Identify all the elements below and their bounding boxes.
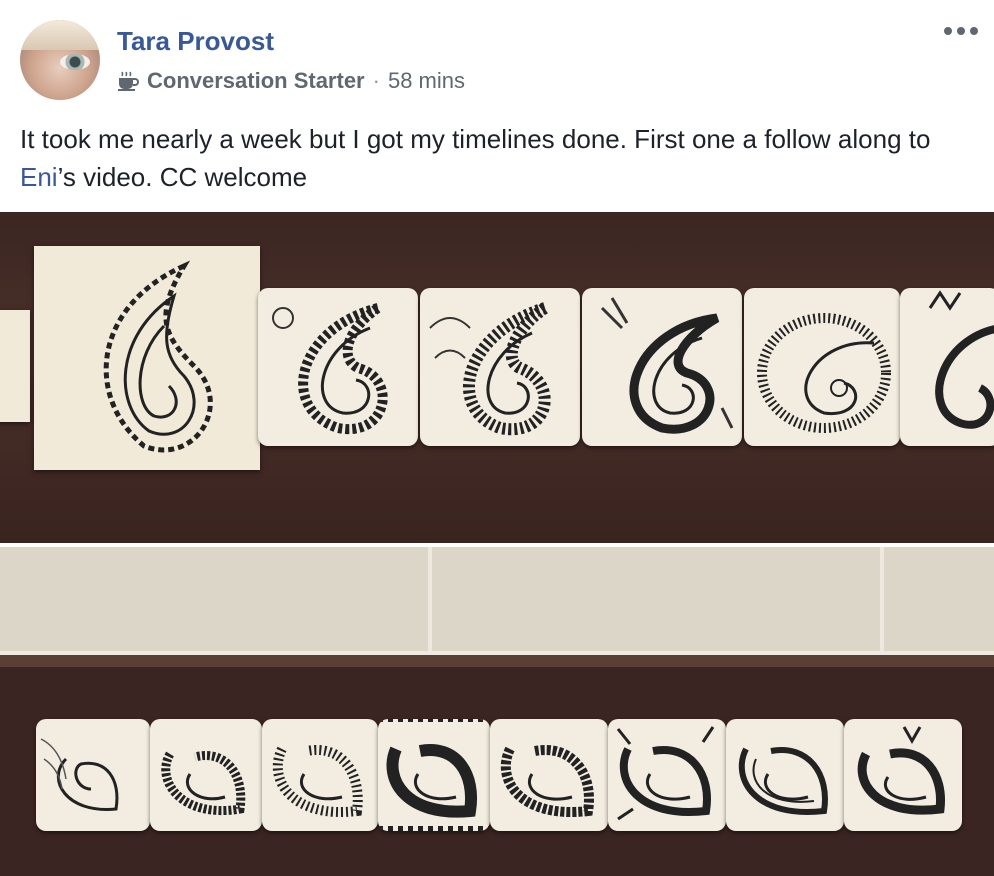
coffee-cup-icon — [118, 71, 139, 91]
meta-separator: · — [372, 68, 380, 93]
tiled-wall — [0, 547, 994, 665]
heart-tile — [262, 719, 378, 831]
tile-grout — [880, 547, 884, 651]
heart-tile — [150, 719, 262, 831]
heart-tile — [608, 719, 726, 831]
post-text-part: It took me nearly a week but I got my ti… — [20, 124, 931, 154]
paper-card — [34, 246, 260, 470]
paisley-tile — [900, 288, 994, 446]
paper-scrap — [0, 310, 30, 422]
paisley-tile — [420, 288, 580, 446]
tile-grout — [428, 547, 432, 651]
paisley-tile — [744, 288, 900, 446]
post-text-part: ’s video. CC welcome — [57, 162, 308, 192]
paisley-tile — [582, 288, 742, 446]
more-dot — [970, 27, 978, 35]
author-name[interactable]: Tara Provost — [117, 26, 274, 57]
heart-tile — [844, 719, 962, 831]
avatar-eye — [60, 54, 90, 70]
paisley-drawing — [103, 260, 213, 453]
more-dot — [944, 27, 952, 35]
more-options-icon[interactable] — [944, 24, 978, 38]
post-text: It took me nearly a week but I got my ti… — [20, 120, 970, 196]
post-photo-2[interactable] — [0, 547, 994, 876]
counter-edge — [0, 655, 994, 667]
heart-tile — [36, 719, 150, 831]
author-avatar[interactable] — [20, 20, 100, 100]
mention-link[interactable]: Eni — [20, 162, 58, 192]
heart-tile — [726, 719, 844, 831]
avatar-hair — [20, 20, 100, 50]
heart-tile — [378, 719, 490, 831]
post-photo-1[interactable] — [0, 212, 994, 543]
heart-tile — [490, 719, 608, 831]
paisley-tile — [258, 288, 418, 446]
post-timestamp[interactable]: 58 mins — [388, 68, 465, 94]
post-meta: Conversation Starter · 58 mins — [117, 68, 465, 94]
member-badge[interactable]: Conversation Starter — [147, 68, 365, 94]
more-dot — [957, 27, 965, 35]
